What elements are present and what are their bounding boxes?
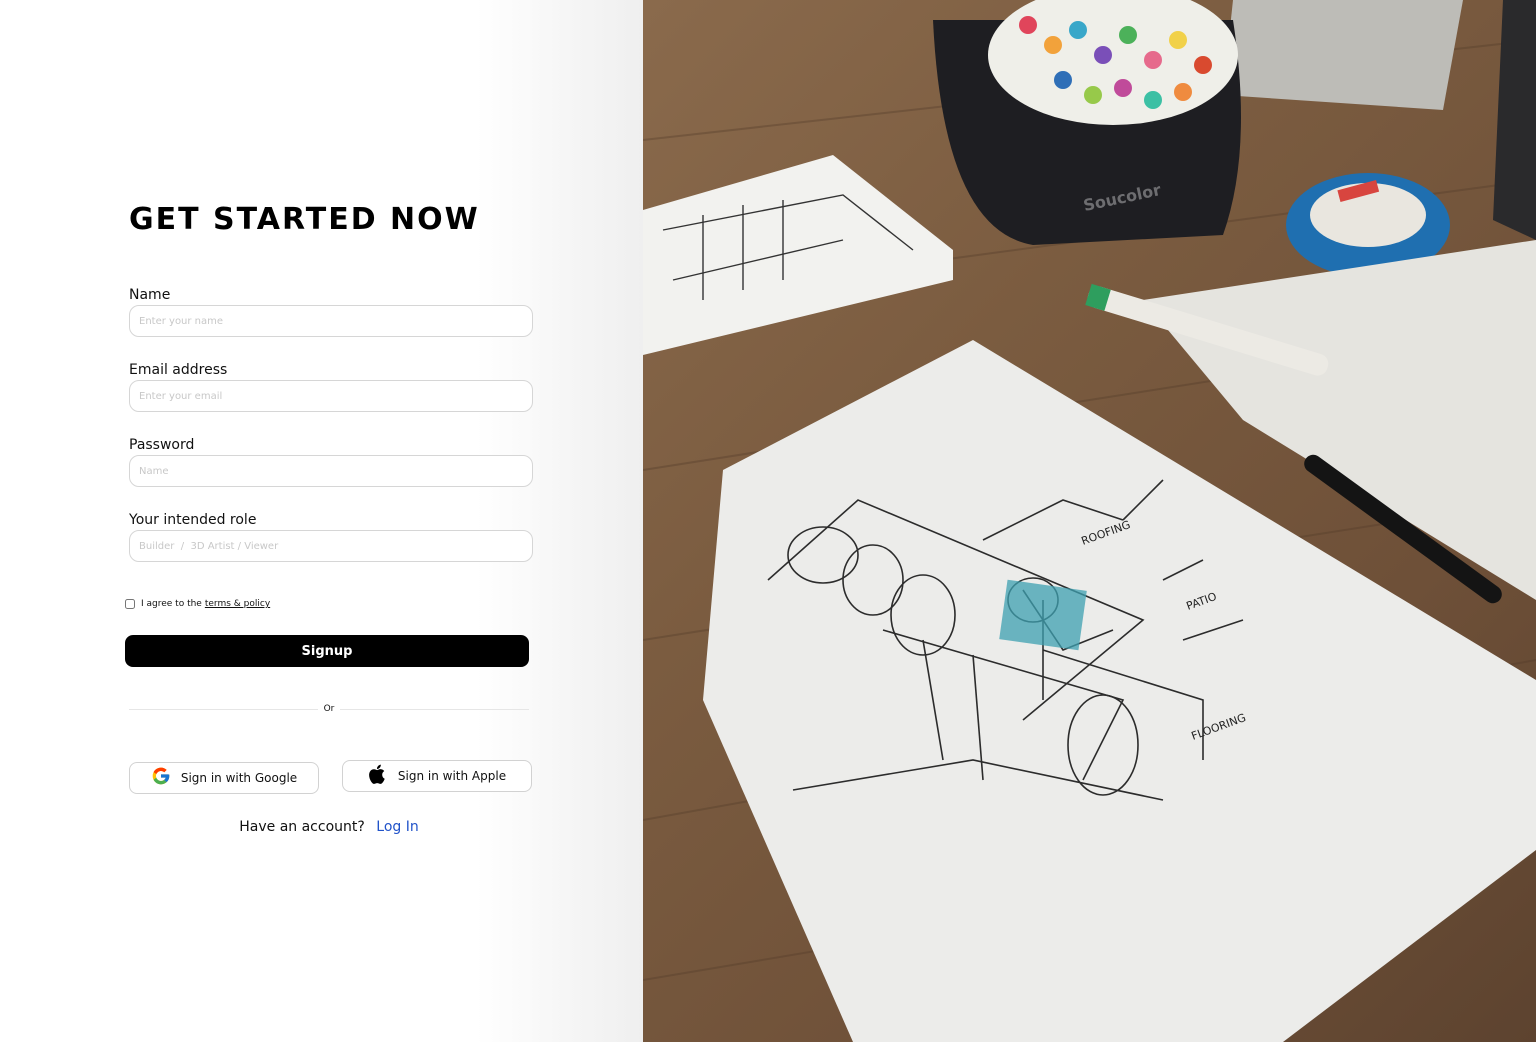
terms-text: I agree to the bbox=[141, 599, 202, 609]
page-title: GET STARTED NOW bbox=[129, 202, 480, 237]
login-link[interactable]: Log In bbox=[376, 819, 418, 835]
terms-row: I agree to the terms & policy bbox=[125, 598, 270, 610]
login-prompt: Have an account? Log In bbox=[129, 817, 529, 837]
name-label: Name bbox=[129, 287, 171, 303]
name-input[interactable] bbox=[129, 305, 533, 337]
have-account-text: Have an account? bbox=[239, 819, 365, 835]
terms-checkbox[interactable] bbox=[125, 599, 135, 609]
divider-or-text: Or bbox=[323, 704, 335, 714]
hero-illustration: Soucolor ROOFING PATIO FLOORING bbox=[643, 0, 1536, 1042]
role-label: Your intended role bbox=[129, 512, 257, 528]
hero-image: Soucolor ROOFING PATIO FLOORING bbox=[643, 0, 1536, 1042]
google-signin-label: Sign in with Google bbox=[180, 771, 298, 785]
password-label: Password bbox=[129, 437, 195, 453]
small-notebook bbox=[643, 155, 953, 355]
terms-policy-link[interactable]: terms & policy bbox=[205, 599, 270, 609]
email-input[interactable] bbox=[129, 380, 533, 412]
email-label: Email address bbox=[129, 362, 228, 378]
marker-cup: Soucolor bbox=[933, 0, 1241, 245]
password-input[interactable] bbox=[129, 455, 533, 487]
divider-line-right bbox=[340, 709, 529, 710]
divider-line-left bbox=[129, 709, 318, 710]
role-input[interactable] bbox=[129, 530, 533, 562]
signup-button[interactable]: Signup bbox=[125, 635, 529, 667]
signup-panel: GET STARTED NOW Name Email address Passw… bbox=[0, 0, 643, 1042]
apple-signin-label: Sign in with Apple bbox=[397, 769, 507, 783]
apple-signin-button[interactable]: Sign in with Apple bbox=[342, 760, 532, 792]
google-icon bbox=[151, 766, 171, 790]
apple-icon bbox=[368, 763, 388, 789]
google-signin-button[interactable]: Sign in with Google bbox=[129, 762, 319, 794]
